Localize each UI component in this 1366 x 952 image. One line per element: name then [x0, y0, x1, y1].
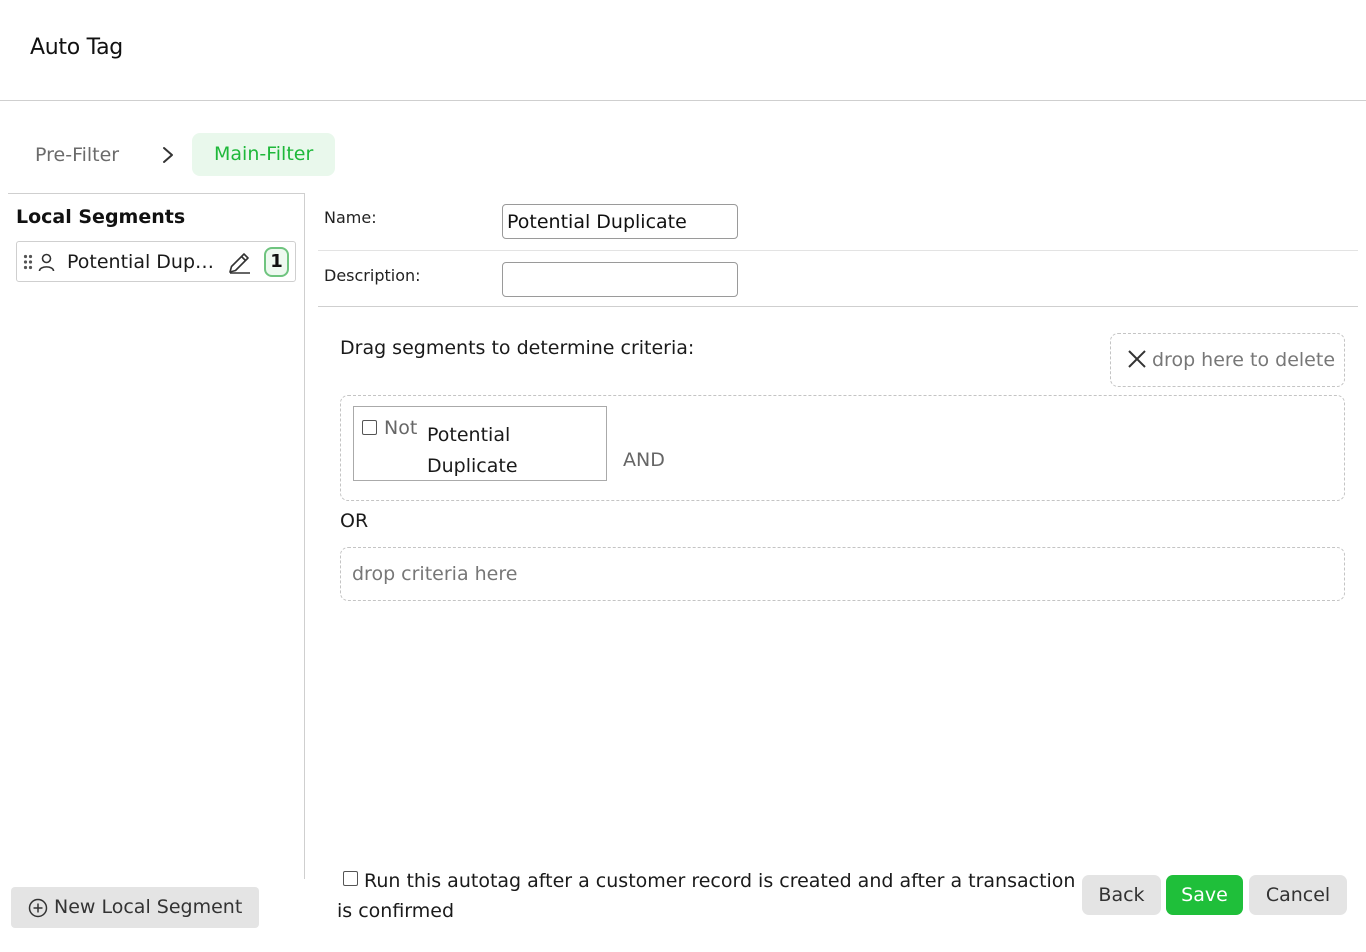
cancel-button[interactable]: Cancel	[1249, 875, 1347, 915]
breadcrumb-step-main-filter[interactable]: Main-Filter	[192, 133, 336, 176]
criteria-and-group[interactable]: Not Potential Duplicate AND	[340, 395, 1345, 501]
segment-count-badge: 1	[264, 247, 289, 277]
user-icon	[38, 253, 55, 272]
save-button[interactable]: Save	[1166, 875, 1243, 915]
description-row: Description:	[318, 251, 1358, 307]
new-local-segment-label: New Local Segment	[54, 896, 243, 918]
description-label: Description:	[324, 266, 421, 285]
or-operator-label: OR	[340, 510, 369, 532]
criteria-drop-zone[interactable]: drop criteria here	[340, 547, 1345, 601]
and-operator-label: AND	[623, 449, 665, 471]
criteria-segment-chip[interactable]: Not Potential Duplicate	[353, 406, 607, 481]
breadcrumb-step-pre-filter[interactable]: Pre-Filter	[35, 144, 119, 166]
segment-item[interactable]: Potential Duplicate 1	[16, 241, 296, 282]
close-icon	[1128, 350, 1146, 368]
page-title: Auto Tag	[30, 35, 123, 60]
chevron-right-icon	[163, 147, 173, 163]
not-checkbox[interactable]	[362, 420, 377, 435]
delete-drop-zone[interactable]: drop here to delete	[1110, 333, 1345, 387]
page-header: Auto Tag	[0, 0, 1366, 101]
pencil-edit-icon[interactable]	[226, 250, 252, 276]
name-label: Name:	[324, 208, 377, 227]
delete-drop-zone-label: drop here to delete	[1152, 349, 1336, 371]
criteria-drop-zone-label: drop criteria here	[352, 563, 518, 585]
run-autotag-label: Run this autotag after a customer record…	[337, 870, 1076, 922]
new-local-segment-button[interactable]: New Local Segment	[11, 887, 259, 928]
description-input[interactable]	[502, 262, 738, 297]
criteria-segment-label: Potential Duplicate	[427, 424, 518, 477]
segment-item-label: Potential Duplicate	[67, 251, 219, 273]
plus-circle-icon	[28, 898, 48, 918]
criteria-heading: Drag segments to determine criteria:	[340, 337, 695, 359]
back-button[interactable]: Back	[1082, 875, 1161, 915]
local-segments-title: Local Segments	[16, 206, 186, 228]
name-row: Name:	[318, 196, 1358, 251]
drag-handle-icon[interactable]	[23, 254, 33, 270]
not-label: Not	[384, 417, 418, 439]
name-input[interactable]	[502, 204, 738, 239]
local-segments-panel: Local Segments Potential Duplicate 1	[8, 193, 305, 879]
